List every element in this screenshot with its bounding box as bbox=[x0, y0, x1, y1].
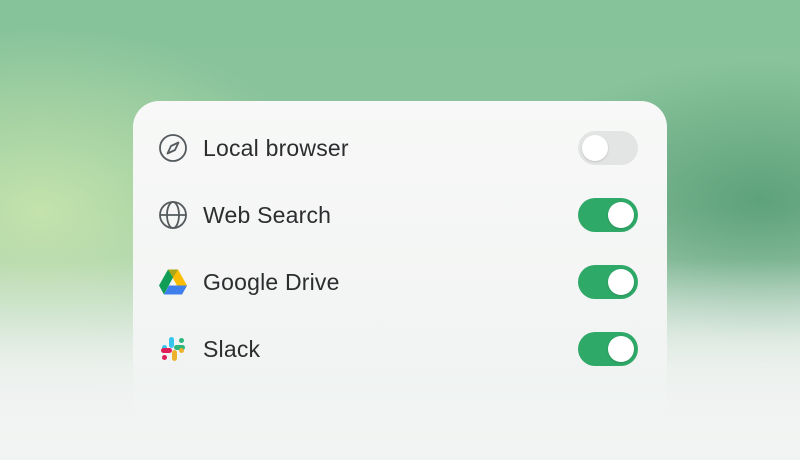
integration-row-slack: Slack bbox=[133, 327, 667, 371]
integration-label: Slack bbox=[203, 335, 261, 362]
integration-row-google-drive: Google Drive bbox=[133, 260, 667, 304]
compass-icon bbox=[157, 132, 189, 164]
toggle-knob bbox=[608, 336, 634, 362]
integration-label: Web Search bbox=[203, 201, 332, 228]
integrations-panel: Local browser Web Search Google Drive Sl… bbox=[133, 101, 667, 431]
slack-icon bbox=[157, 333, 189, 365]
google-drive-toggle[interactable] bbox=[578, 265, 638, 299]
integration-row-local-browser: Local browser bbox=[133, 126, 667, 170]
integration-label: Google Drive bbox=[203, 268, 340, 295]
slack-toggle[interactable] bbox=[578, 332, 638, 366]
toggle-knob bbox=[608, 269, 634, 295]
integration-label: Local browser bbox=[203, 134, 349, 161]
integration-row-web-search: Web Search bbox=[133, 193, 667, 237]
google-drive-icon bbox=[157, 266, 189, 298]
local-browser-toggle[interactable] bbox=[578, 131, 638, 165]
web-search-toggle[interactable] bbox=[578, 198, 638, 232]
globe-icon bbox=[157, 199, 189, 231]
toggle-knob bbox=[582, 135, 608, 161]
toggle-knob bbox=[608, 202, 634, 228]
